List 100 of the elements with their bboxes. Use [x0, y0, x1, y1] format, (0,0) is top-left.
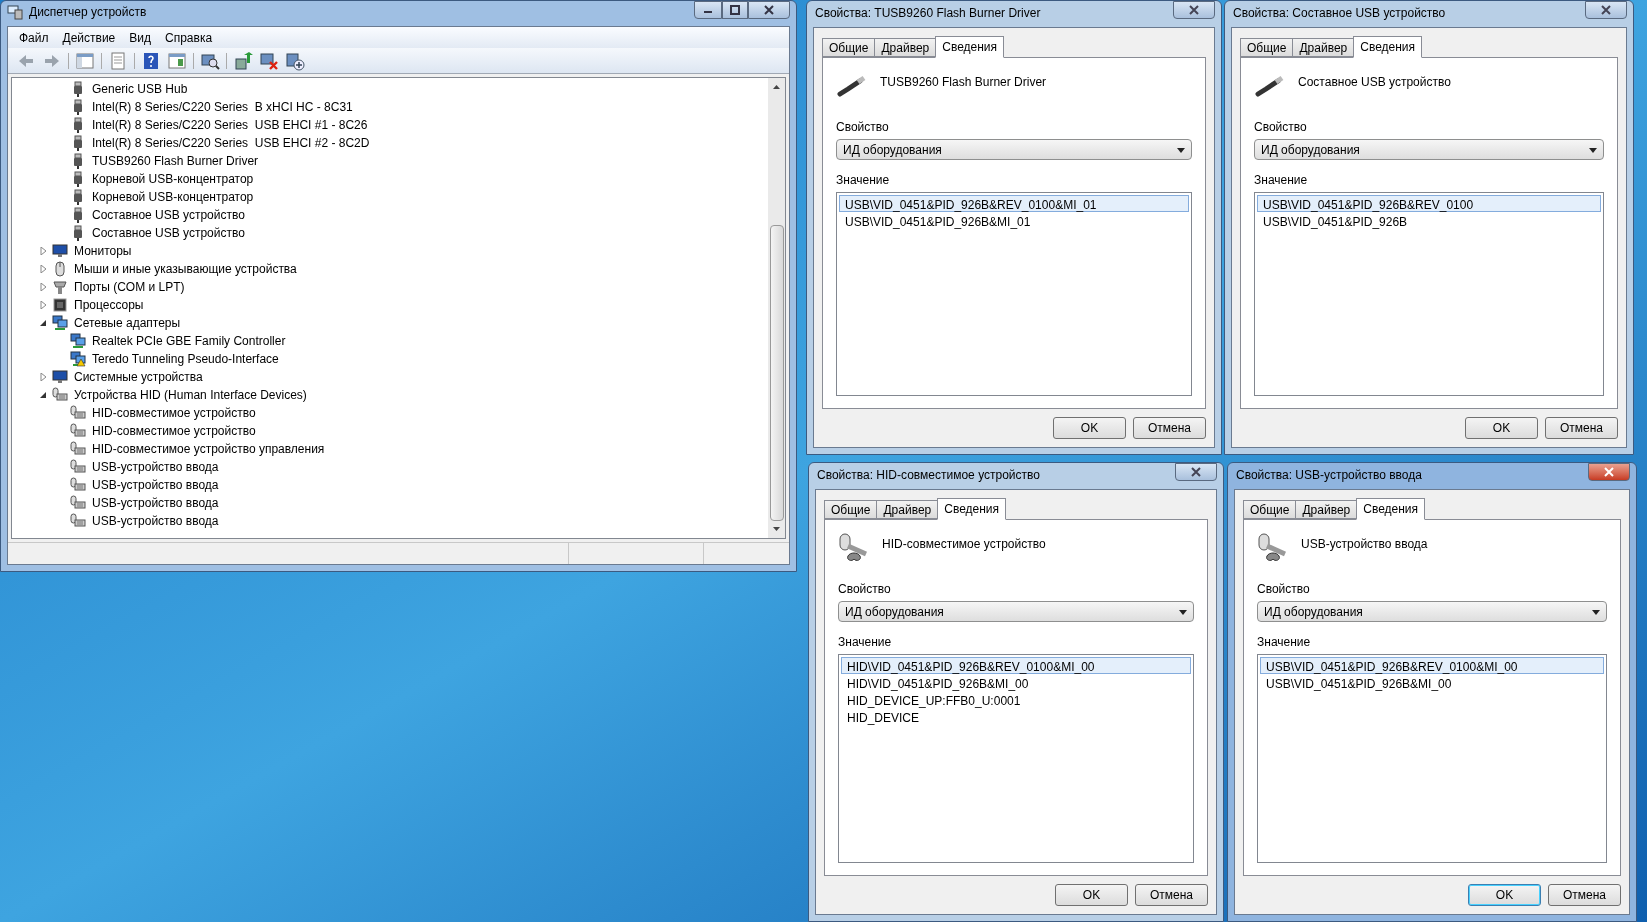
tab[interactable]: Драйвер	[1292, 38, 1355, 57]
tree-item[interactable]: Intel(R) 8 Series/C220 Series B xHCI HC - 8C31	[90, 98, 355, 116]
tree-item[interactable]: Realtek PCIe GBE Family Controller	[90, 332, 288, 350]
tab[interactable]: Общие	[822, 38, 876, 57]
value-listbox[interactable]: HID\VID_0451&PID_926B&REV_0100&MI_00 HID\VID_0451&PID_926B&MI_00 HID_DEVICE_UP:FFB0_U:0001 HID_DEVICE	[838, 654, 1194, 863]
field-label: Свойство	[838, 581, 892, 598]
tree-item[interactable]: USB-устройство ввода	[90, 476, 221, 494]
menu-item[interactable]: Действие	[55, 28, 123, 47]
menu-item[interactable]: Файл	[12, 28, 56, 47]
tab[interactable]: Общие	[1240, 38, 1294, 57]
tree-item[interactable]: Сетевые адаптеры	[72, 314, 183, 332]
expand-arrow-icon[interactable]	[39, 265, 47, 273]
field-label: Значение	[1257, 634, 1312, 651]
expand-arrow-icon[interactable]	[39, 373, 47, 381]
tab[interactable]: Сведения	[937, 498, 1007, 520]
tab[interactable]: Сведения	[1353, 36, 1423, 58]
tab[interactable]: Драйвер	[1295, 500, 1358, 519]
help-icon[interactable]	[141, 50, 161, 71]
tab[interactable]: Сведения	[1356, 498, 1426, 520]
property-dropdown[interactable]: ИД оборудования	[836, 139, 1192, 160]
tab[interactable]: Сведения	[935, 36, 1005, 58]
disable-device-icon[interactable]	[259, 50, 279, 71]
tree-item[interactable]: Intel(R) 8 Series/C220 Series USB EHCI #1 - 8C26	[90, 116, 370, 134]
tab[interactable]: Общие	[1243, 500, 1297, 519]
property-dropdown[interactable]: ИД оборудования	[1254, 139, 1604, 160]
close-button[interactable]	[1585, 1, 1627, 19]
scroll-thumb[interactable]	[769, 225, 784, 521]
list-item[interactable]: HID\VID_0451&PID_926B&MI_00	[841, 674, 1191, 691]
tree-item[interactable]: HID-совместимое устройство	[90, 404, 258, 422]
tree-item[interactable]: Составное USB устройство	[90, 206, 247, 224]
tree-item[interactable]: Intel(R) 8 Series/C220 Series USB EHCI #2 - 8C2D	[90, 134, 372, 152]
close-icon	[1191, 467, 1201, 477]
menu-item[interactable]: Вид	[122, 28, 158, 47]
value-listbox[interactable]: USB\VID_0451&PID_926B&REV_0100&MI_00 USB\VID_0451&PID_926B&MI_00	[1257, 654, 1607, 863]
list-item[interactable]: HID_DEVICE_UP:FFB0_U:0001	[841, 691, 1191, 708]
dialog-button[interactable]: OK	[1468, 884, 1541, 906]
dialog-button[interactable]: Отмена	[1545, 417, 1618, 439]
window-panel-icon[interactable]	[167, 50, 187, 71]
tab[interactable]: Драйвер	[874, 38, 937, 57]
dialog-button[interactable]: Отмена	[1548, 884, 1621, 906]
expand-arrow-icon[interactable]	[39, 283, 47, 291]
close-button[interactable]	[1173, 1, 1215, 19]
list-item[interactable]: USB\VID_0451&PID_926B&REV_0100	[1257, 195, 1601, 212]
window-title: Свойства: HID-совместимое устройство	[817, 467, 1040, 484]
window-title: Свойства: USB-устройство ввода	[1236, 467, 1422, 484]
monitor-icon	[52, 369, 68, 385]
list-item[interactable]: USB\VID_0451&PID_926B&MI_01	[839, 212, 1189, 229]
collapse-arrow-icon[interactable]	[39, 319, 47, 327]
property-dropdown[interactable]: ИД оборудования	[1257, 601, 1607, 622]
close-button[interactable]	[1175, 463, 1217, 481]
list-item[interactable]: USB\VID_0451&PID_926B	[1257, 212, 1601, 229]
tree-item[interactable]: Процессоры	[72, 296, 146, 314]
tree-item[interactable]: USB-устройство ввода	[90, 458, 221, 476]
expand-arrow-icon[interactable]	[39, 301, 47, 309]
menu-item[interactable]: Справка	[158, 28, 220, 47]
tree-item[interactable]: Мыши и иные указывающие устройства	[72, 260, 299, 278]
update-driver-icon[interactable]	[233, 50, 253, 71]
dialog-button[interactable]: OK	[1055, 884, 1128, 906]
close-icon	[764, 5, 774, 15]
tree-item[interactable]: Корневой USB-концентратор	[90, 170, 256, 188]
tree-item[interactable]: Устройства HID (Human Interface Devices)	[72, 386, 309, 404]
dialog-button[interactable]: OK	[1465, 417, 1538, 439]
dialog-button[interactable]: Отмена	[1135, 884, 1208, 906]
tab[interactable]: Общие	[824, 500, 878, 519]
value-listbox[interactable]: USB\VID_0451&PID_926B&REV_0100&MI_01 USB\VID_0451&PID_926B&MI_01	[836, 192, 1192, 396]
tree-item[interactable]: USB-устройство ввода	[90, 512, 221, 530]
list-item[interactable]: USB\VID_0451&PID_926B&REV_0100&MI_00	[1260, 657, 1604, 674]
tree-item[interactable]: Teredo Tunneling Pseudo-Interface	[90, 350, 281, 368]
tree-item[interactable]: Корневой USB-концентратор	[90, 188, 256, 206]
dialog-button[interactable]: OK	[1053, 417, 1126, 439]
dropdown-arrow-icon	[1592, 607, 1600, 616]
scrollbar[interactable]	[768, 78, 785, 538]
minimize-button[interactable]	[694, 1, 722, 19]
expand-arrow-icon[interactable]	[39, 247, 47, 255]
list-item[interactable]: HID\VID_0451&PID_926B&REV_0100&MI_00	[841, 657, 1191, 674]
tree-item[interactable]: Составное USB устройство	[90, 224, 247, 242]
maximize-button[interactable]	[722, 1, 748, 19]
tree-item[interactable]: HID-совместимое устройство	[90, 422, 258, 440]
list-item[interactable]: USB\VID_0451&PID_926B&MI_00	[1260, 674, 1604, 691]
tree-item[interactable]: HID-совместимое устройство управления	[90, 440, 327, 458]
value-listbox[interactable]: USB\VID_0451&PID_926B&REV_0100 USB\VID_0451&PID_926B	[1254, 192, 1604, 396]
tab[interactable]: Драйвер	[876, 500, 939, 519]
collapse-arrow-icon[interactable]	[39, 391, 47, 399]
tree-item[interactable]: TUSB9260 Flash Burner Driver	[90, 152, 261, 170]
tree-item[interactable]: Мониторы	[72, 242, 134, 260]
tree-item[interactable]: USB-устройство ввода	[90, 494, 221, 512]
uninstall-device-icon[interactable]	[285, 50, 305, 71]
console-tree-icon[interactable]	[75, 50, 95, 71]
property-dropdown[interactable]: ИД оборудования	[838, 601, 1194, 622]
device-name: Составное USB устройство	[1298, 74, 1451, 91]
close-button[interactable]	[748, 1, 790, 19]
mouse-icon	[52, 261, 68, 277]
close-button[interactable]	[1588, 463, 1630, 481]
dialog-button[interactable]: Отмена	[1133, 417, 1206, 439]
list-item[interactable]: USB\VID_0451&PID_926B&REV_0100&MI_01	[839, 195, 1189, 212]
tree-item[interactable]: Generic USB Hub	[90, 80, 190, 98]
tree-item[interactable]: Системные устройства	[72, 368, 205, 386]
tree-item[interactable]: Порты (COM и LPT)	[72, 278, 187, 296]
list-item[interactable]: HID_DEVICE	[841, 708, 1191, 725]
mouse-gamepad-icon	[1257, 532, 1289, 564]
